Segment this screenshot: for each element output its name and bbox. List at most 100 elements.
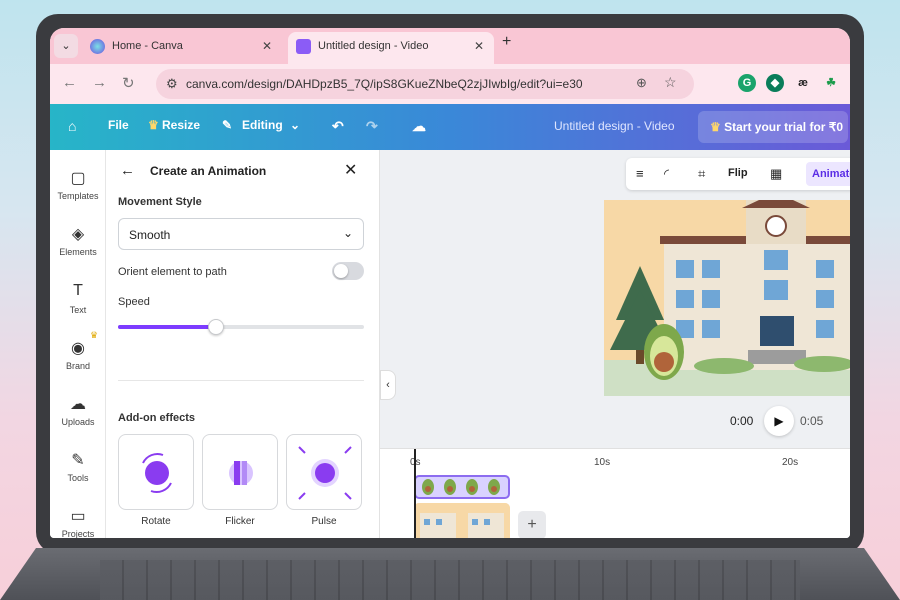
create-animation-panel: ← Create an Animation ✕ Movement Style S… bbox=[106, 150, 434, 538]
crown-icon: ♛ bbox=[148, 118, 159, 132]
orient-toggle[interactable] bbox=[332, 262, 364, 280]
url-field[interactable]: ⚙ canva.com/design/DAHDpzB5_7Q/ipS8GKueZ… bbox=[156, 69, 694, 99]
bookmark-star-icon[interactable]: ☆ bbox=[664, 74, 677, 91]
rail-item-tools[interactable]: ✎ Tools bbox=[50, 450, 106, 483]
timeline-playhead[interactable] bbox=[414, 449, 416, 538]
left-rail: ▢ Templates ◈ Elements T Text ♛ ◉ Brand … bbox=[50, 150, 106, 538]
templates-icon: ▢ bbox=[70, 170, 86, 187]
speed-slider-handle[interactable] bbox=[208, 319, 225, 335]
chevron-down-icon: ⌄ bbox=[342, 226, 353, 240]
school-building-illustration bbox=[604, 200, 850, 396]
speed-label: Speed bbox=[118, 296, 150, 308]
movement-style-select[interactable]: Smooth ⌄ bbox=[118, 218, 364, 250]
rotate-effect-icon bbox=[142, 452, 172, 494]
effect-pulse[interactable] bbox=[286, 434, 362, 510]
rail-label: Elements bbox=[59, 247, 97, 257]
current-time: 0:00 bbox=[730, 414, 754, 428]
collapse-panel-button[interactable]: ‹ bbox=[380, 370, 396, 400]
tab-search-dropdown[interactable]: ⌄ bbox=[54, 34, 78, 58]
document-title[interactable]: Untitled design - Video bbox=[554, 119, 675, 133]
menu-lines-icon[interactable]: ≡ bbox=[636, 166, 644, 181]
toggle-knob bbox=[334, 264, 348, 278]
laptop-keyboard bbox=[100, 560, 800, 600]
speed-slider-fill bbox=[118, 325, 217, 329]
text-icon: T bbox=[73, 282, 83, 299]
close-icon[interactable]: ✕ bbox=[344, 160, 357, 180]
extension-leaf-icon[interactable]: ☘ bbox=[822, 74, 840, 92]
design-canvas[interactable] bbox=[604, 200, 850, 396]
site-settings-icon[interactable]: ⚙ bbox=[166, 76, 178, 92]
effect-rotate[interactable] bbox=[118, 434, 194, 510]
curve-icon[interactable]: ◜ bbox=[664, 166, 669, 182]
divider bbox=[118, 380, 364, 381]
flicker-effect-icon bbox=[229, 461, 253, 485]
rail-item-brand[interactable]: ◉ Brand bbox=[50, 338, 106, 371]
crown-icon: ♛ bbox=[710, 120, 721, 134]
screen: ⌄ Home - Canva ✕ Untitled design - Video… bbox=[50, 28, 850, 538]
start-trial-button[interactable]: ♛ Start your trial for ₹0 bbox=[698, 111, 848, 143]
panel-title: Create an Animation bbox=[150, 164, 267, 178]
background-video-track[interactable] bbox=[414, 503, 510, 538]
rail-label: Templates bbox=[57, 191, 99, 201]
url-text: canva.com/design/DAHDpzB5_7Q/ipS8GKueZNb… bbox=[186, 77, 583, 91]
address-bar-row: ← → ↻ ⚙ canva.com/design/DAHDpzB5_7Q/ipS… bbox=[50, 64, 850, 104]
close-tab-icon[interactable]: ✕ bbox=[262, 32, 272, 60]
zoom-icon[interactable]: ⊕ bbox=[636, 75, 647, 91]
trial-label: Start your trial for ₹0 bbox=[724, 120, 844, 134]
extension-ae-icon[interactable]: æ bbox=[794, 74, 812, 92]
chevron-down-icon[interactable]: ⌄ bbox=[290, 118, 300, 132]
undo-icon[interactable]: ↶ bbox=[332, 118, 344, 135]
extension-icon[interactable]: ◆ bbox=[766, 74, 784, 92]
effect-flicker[interactable] bbox=[202, 434, 278, 510]
elements-icon: ◈ bbox=[71, 226, 85, 243]
grammarly-extension-icon[interactable]: G bbox=[738, 74, 756, 92]
tools-icon: ✎ bbox=[71, 452, 85, 469]
forward-arrow-icon[interactable]: → bbox=[92, 74, 107, 91]
home-icon[interactable]: ⌂ bbox=[68, 118, 76, 134]
rail-item-projects[interactable]: ▭ Projects bbox=[50, 506, 106, 538]
new-tab-button[interactable]: + bbox=[502, 33, 511, 51]
cloud-save-icon[interactable]: ☁ bbox=[412, 118, 426, 135]
editor-workspace: ≡ ◜ ⌗ Flip ▦ Animate bbox=[380, 150, 850, 538]
speed-slider[interactable] bbox=[118, 319, 364, 335]
resize-button[interactable]: Resize bbox=[162, 118, 200, 132]
rail-label: Text bbox=[69, 305, 87, 315]
timeline[interactable]: 0s 10s 20s + bbox=[380, 448, 850, 538]
rail-item-text[interactable]: T Text bbox=[50, 282, 106, 315]
redo-icon[interactable]: ↷ bbox=[366, 118, 378, 135]
orient-label: Orient element to path bbox=[118, 266, 227, 278]
uploads-icon: ☁ bbox=[70, 396, 86, 413]
back-arrow-icon[interactable]: ← bbox=[62, 74, 77, 91]
video-favicon-icon bbox=[296, 39, 311, 54]
back-arrow-icon[interactable]: ← bbox=[120, 162, 135, 179]
pulse-effect-icon bbox=[298, 446, 352, 500]
editing-menu[interactable]: Editing bbox=[242, 118, 283, 132]
tab-untitled-design[interactable]: Untitled design - Video ✕ bbox=[288, 32, 494, 64]
rail-item-uploads[interactable]: ☁ Uploads bbox=[50, 394, 106, 427]
avocado-thumbnails bbox=[422, 479, 500, 495]
play-icon: ▶ bbox=[774, 414, 784, 428]
flip-button[interactable]: Flip bbox=[728, 167, 748, 179]
play-button[interactable]: ▶ bbox=[764, 406, 794, 436]
pencil-icon: ✎ bbox=[222, 118, 233, 132]
animate-button[interactable]: Animate bbox=[806, 162, 850, 186]
addon-effects-label: Add-on effects bbox=[118, 412, 195, 424]
file-menu[interactable]: File bbox=[108, 118, 129, 132]
add-track-button[interactable]: + bbox=[518, 511, 546, 538]
reload-icon[interactable]: ↻ bbox=[122, 74, 135, 92]
close-tab-icon[interactable]: ✕ bbox=[474, 32, 484, 60]
effect-label: Flicker bbox=[225, 516, 255, 527]
avocado-element-track[interactable] bbox=[414, 475, 510, 499]
rail-label: Tools bbox=[67, 473, 89, 483]
rail-item-templates[interactable]: ▢ Templates bbox=[50, 168, 106, 201]
total-time: 0:05 bbox=[800, 414, 824, 428]
rail-item-elements[interactable]: ◈ Elements bbox=[50, 224, 106, 257]
canva-header: ⌂ File ♛ Resize ✎ Editing ⌄ ↶ ↷ ☁ Untitl… bbox=[50, 104, 850, 150]
timeline-tick: 20s bbox=[782, 457, 799, 468]
projects-icon: ▭ bbox=[70, 508, 86, 525]
school-thumbnails bbox=[414, 503, 510, 538]
tab-home-canva[interactable]: Home - Canva ✕ bbox=[82, 32, 282, 64]
crop-icon[interactable]: ⌗ bbox=[698, 166, 705, 182]
transparency-icon[interactable]: ▦ bbox=[770, 166, 782, 182]
rail-label: Brand bbox=[65, 361, 91, 371]
